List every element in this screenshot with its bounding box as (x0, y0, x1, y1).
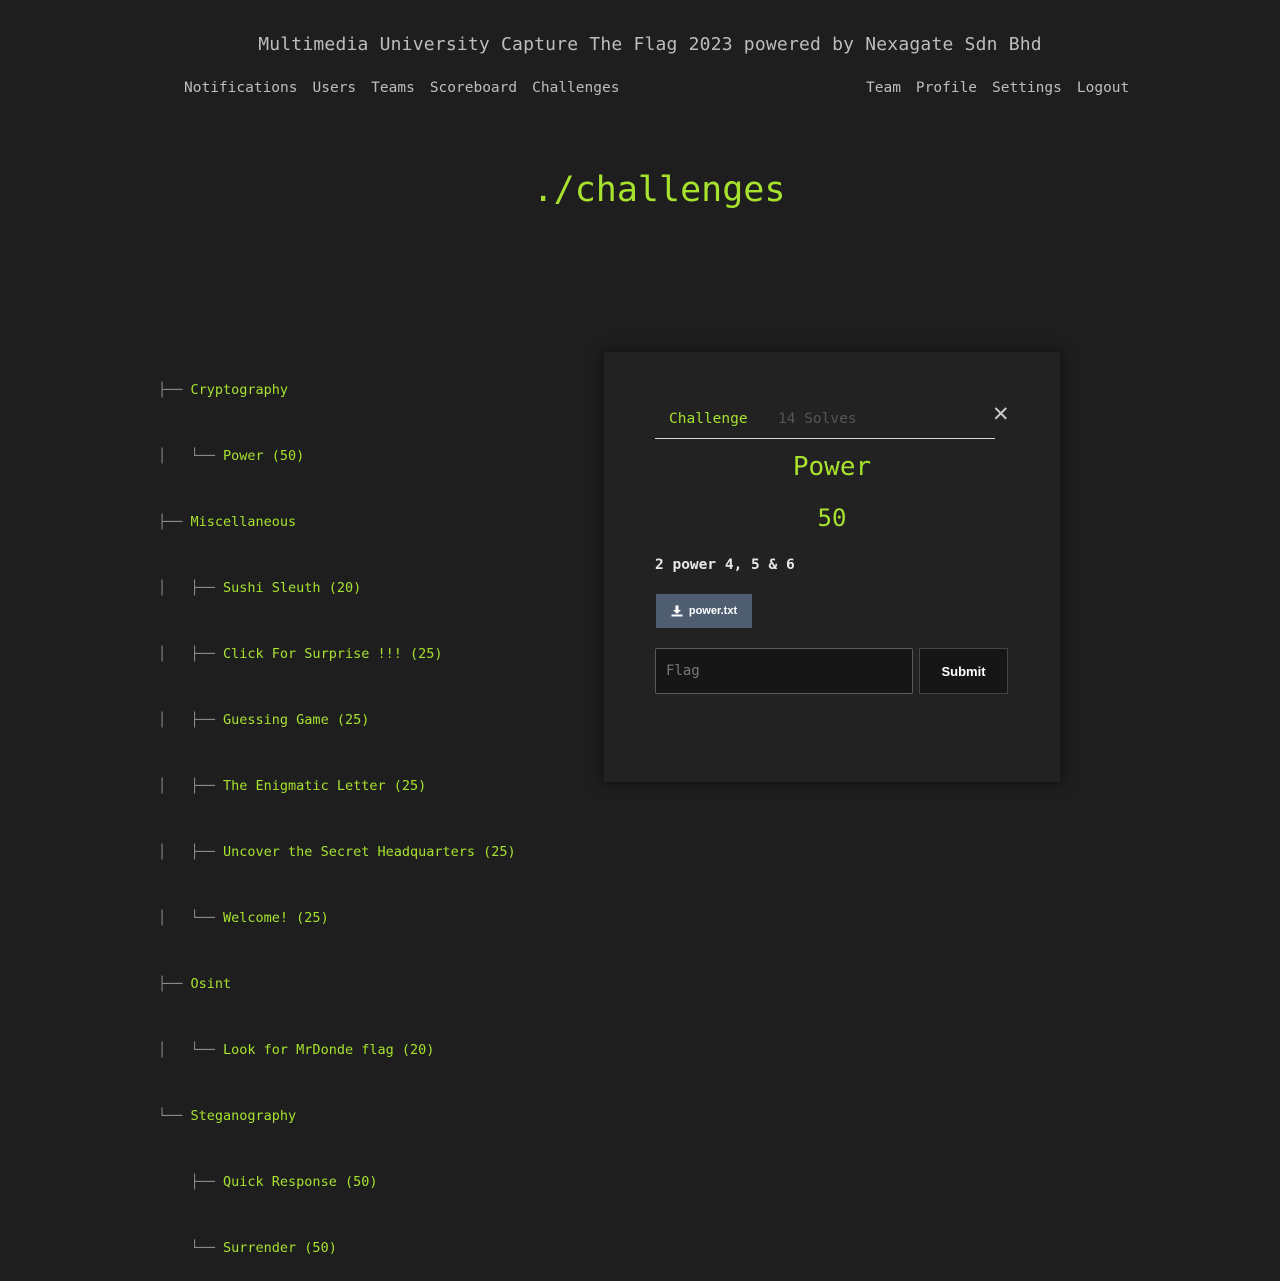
tree-challenge-quick-response[interactable]: Quick Response (50) (223, 1174, 377, 1190)
tree-challenge-surrender[interactable]: Surrender (50) (223, 1240, 337, 1256)
nav-users[interactable]: Users (313, 80, 357, 96)
challenge-name: Power (792, 452, 872, 482)
tree-row: ├── Osint (158, 973, 516, 995)
tab-challenge[interactable]: Challenge (669, 411, 748, 427)
tree-row: ├── Quick Response (50) (158, 1171, 516, 1193)
main-nav: Notifications Users Teams Scoreboard Cha… (184, 80, 634, 96)
tab-solves[interactable]: 14 Solves (778, 411, 857, 427)
nav-challenges[interactable]: Challenges (532, 80, 619, 96)
flag-input[interactable] (655, 648, 913, 694)
challenge-value: 50 (817, 504, 847, 532)
tree-row: │ └── Power (50) (158, 445, 516, 467)
tree-guide: │ ├── (158, 646, 224, 662)
tree-row: │ ├── Click For Surprise !!! (25) (158, 643, 516, 665)
tree-guide: │ └── (158, 910, 224, 926)
tree-guide: ├── (158, 976, 191, 992)
challenge-modal: Challenge 14 Solves ✕ Power 50 2 power 4… (604, 352, 1060, 782)
tree-row: │ └── Welcome! (25) (158, 907, 516, 929)
tree-challenge-welcome[interactable]: Welcome! (25) (223, 910, 329, 926)
tree-row: │ ├── Sushi Sleuth (20) (158, 577, 516, 599)
download-file-button[interactable]: power.txt (655, 593, 753, 629)
tree-challenge-secret-headquarters[interactable]: Uncover the Secret Headquarters (25) (223, 844, 516, 860)
tree-category-osint[interactable]: Osint (191, 976, 232, 992)
tree-category-cryptography[interactable]: Cryptography (191, 382, 289, 398)
nav-notifications[interactable]: Notifications (184, 80, 298, 96)
tree-row: │ ├── Uncover the Secret Headquarters (2… (158, 841, 516, 863)
tree-row: ├── Cryptography (158, 379, 516, 401)
tree-guide: │ ├── (158, 712, 224, 728)
tree-category-steganography[interactable]: Steganography (191, 1108, 297, 1124)
close-icon[interactable]: ✕ (992, 402, 1010, 426)
tree-guide: └── (158, 1108, 191, 1124)
tree-guide: ├── (158, 1174, 224, 1190)
tree-category-miscellaneous[interactable]: Miscellaneous (191, 514, 297, 530)
nav-settings[interactable]: Settings (992, 80, 1062, 96)
tree-guide: │ └── (158, 448, 224, 464)
tree-challenge-sushi-sleuth[interactable]: Sushi Sleuth (20) (223, 580, 361, 596)
tree-challenge-power[interactable]: Power (50) (223, 448, 304, 464)
tree-challenge-enigmatic-letter[interactable]: The Enigmatic Letter (25) (223, 778, 426, 794)
nav-scoreboard[interactable]: Scoreboard (430, 80, 517, 96)
tree-guide: └── (158, 1240, 224, 1256)
tree-row: ├── Miscellaneous (158, 511, 516, 533)
download-icon (671, 605, 683, 617)
tree-challenge-mrdonde-flag[interactable]: Look for MrDonde flag (20) (223, 1042, 434, 1058)
page-title: ./challenges (532, 170, 786, 210)
tree-row: │ └── Look for MrDonde flag (20) (158, 1039, 516, 1061)
tree-guide: ├── (158, 514, 191, 530)
challenge-description: 2 power 4, 5 & 6 (655, 557, 795, 573)
tree-row: │ ├── Guessing Game (25) (158, 709, 516, 731)
tree-guide: │ ├── (158, 844, 224, 860)
nav-teams[interactable]: Teams (371, 80, 415, 96)
tree-row: └── Surrender (50) (158, 1237, 516, 1259)
site-title: Multimedia University Capture The Flag 2… (258, 34, 1042, 55)
tree-guide: │ ├── (158, 778, 224, 794)
tree-guide: │ ├── (158, 580, 224, 596)
nav-team[interactable]: Team (866, 80, 901, 96)
tree-challenge-click-for-surprise[interactable]: Click For Surprise !!! (25) (223, 646, 442, 662)
challenge-tree: ├── Cryptography │ └── Power (50) ├── Mi… (158, 335, 516, 1281)
nav-profile[interactable]: Profile (916, 80, 977, 96)
file-name: power.txt (688, 605, 738, 617)
modal-tabs: Challenge 14 Solves (655, 402, 995, 439)
tree-guide: │ └── (158, 1042, 224, 1058)
tree-row: └── Steganography (158, 1105, 516, 1127)
tree-challenge-guessing-game[interactable]: Guessing Game (25) (223, 712, 369, 728)
nav-logout[interactable]: Logout (1077, 80, 1129, 96)
user-nav: Team Profile Settings Logout (866, 80, 1144, 96)
tree-row: │ ├── The Enigmatic Letter (25) (158, 775, 516, 797)
submit-button[interactable]: Submit (919, 648, 1008, 694)
tree-guide: ├── (158, 382, 191, 398)
